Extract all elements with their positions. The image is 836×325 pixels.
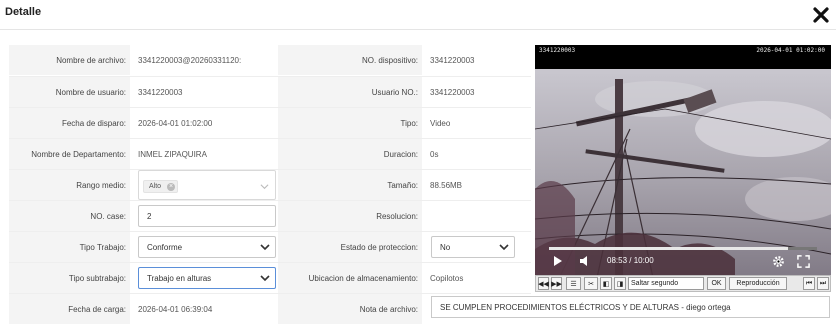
progress-fill: [549, 247, 788, 250]
fullscreen-icon[interactable]: [797, 255, 810, 268]
range-label: Rango medio:: [9, 170, 130, 200]
range-tag-label: Alto: [149, 183, 162, 190]
dialog-header: Detalle: [0, 0, 836, 30]
detail-row: Nombre de usuario: 3341220003 Usuario NO…: [9, 76, 531, 107]
subwork-type-select[interactable]: Trabajo en alturas: [138, 267, 276, 289]
player-toolbar: ◀◀ ▶▶ ☰ ✂ ◧ ◨ Saltar segundo OK Reproduc…: [535, 275, 831, 292]
detail-row: NO. case: 2 Resolucion:: [9, 200, 531, 231]
username-value: 3341220003: [130, 77, 278, 107]
work-type-select[interactable]: Conforme: [138, 236, 276, 258]
protection-value: No: [440, 242, 451, 252]
device-no-value: 3341220003: [422, 45, 531, 75]
duration-value: 0s: [422, 139, 531, 169]
seek-seconds-input[interactable]: Saltar segundo: [628, 277, 704, 290]
work-type-value: Conforme: [147, 242, 183, 252]
detail-row: Tipo Trabajo: Conforme Estado de protecc…: [9, 231, 531, 262]
case-no-cell: 2: [130, 201, 278, 231]
detail-container: Nombre de archivo: 3341220003@2026033112…: [9, 45, 835, 324]
skip-end-icon[interactable]: ⏭: [817, 277, 829, 290]
range-tag: Alto ×: [143, 180, 179, 193]
filename-label: Nombre de archivo:: [9, 45, 130, 75]
playback-button[interactable]: Reproducción: [729, 277, 787, 290]
storage-label: Ubicacion de almacenamiento:: [278, 263, 422, 293]
volume-icon[interactable]: [579, 255, 591, 267]
osd-timestamp: 2026-04-01 01:02:00: [756, 47, 825, 54]
work-type-cell: Conforme: [130, 232, 278, 262]
osd-device: 3341220003: [539, 47, 576, 54]
user-no-value: 3341220003: [422, 77, 531, 107]
department-value: INMEL ZIPAQUIRA: [130, 139, 278, 169]
subwork-type-value: Trabajo en alturas: [147, 273, 212, 283]
play-icon[interactable]: [553, 255, 563, 267]
size-value: 88.56MB: [422, 170, 531, 200]
type-value: Video: [422, 108, 531, 138]
chevron-down-icon: [499, 244, 509, 251]
video-player[interactable]: 3341220003 2026-04-01 01:02:00 08:53 / 1…: [535, 45, 831, 291]
resolution-value: [422, 201, 531, 231]
upload-date-value: 2026-04-01 06:39:04: [130, 294, 278, 324]
trigger-date-value: 2026-04-01 01:02:00: [130, 108, 278, 138]
chevron-down-icon: [260, 184, 269, 190]
detail-row: Fecha de disparo: 2026-04-01 01:02:00 Ti…: [9, 107, 531, 138]
range-cell: Alto ×: [130, 170, 278, 200]
size-label: Tamaño:: [278, 170, 422, 200]
remove-tag-icon[interactable]: ×: [167, 183, 176, 191]
settings-icon[interactable]: [772, 255, 785, 268]
dialog-title: Detalle: [5, 6, 42, 18]
case-no-label: NO. case:: [9, 201, 130, 231]
detail-row: Nombre de archivo: 3341220003@2026033112…: [9, 45, 531, 76]
range-multiselect[interactable]: Alto ×: [138, 170, 276, 200]
device-no-label: NO. dispositivo:: [278, 45, 422, 75]
chevron-down-icon: [260, 244, 270, 251]
username-label: Nombre de usuario:: [9, 77, 130, 107]
user-no-label: Usuario NO.:: [278, 77, 422, 107]
fast-forward-icon[interactable]: ▶▶: [551, 277, 562, 290]
trigger-date-label: Fecha de disparo:: [9, 108, 130, 138]
progress-bar[interactable]: [549, 247, 817, 250]
work-type-label: Tipo Trabajo:: [9, 232, 130, 262]
protection-cell: No: [422, 232, 531, 262]
subwork-type-cell: Trabajo en alturas: [130, 263, 278, 293]
resolution-label: Resolucion:: [278, 201, 422, 231]
detail-row: Rango medio: Alto × Tamaño: 88.56MB: [9, 169, 531, 200]
close-icon[interactable]: [811, 5, 831, 25]
protection-select[interactable]: No: [431, 236, 515, 258]
duration-label: Duracion:: [278, 139, 422, 169]
time-display: 08:53 / 10:00: [607, 256, 654, 265]
protection-label: Estado de proteccion:: [278, 232, 422, 262]
frame-forward-icon[interactable]: ◨: [614, 277, 626, 290]
case-no-input[interactable]: 2: [138, 205, 276, 227]
list-icon[interactable]: ☰: [566, 277, 581, 290]
subwork-type-label: Tipo subtrabajo:: [9, 263, 130, 293]
ok-button[interactable]: OK: [707, 277, 726, 290]
frame-back-icon[interactable]: ◧: [600, 277, 612, 290]
detail-row: Nombre de Departamento: INMEL ZIPAQUIRA …: [9, 138, 531, 169]
detail-row: Tipo subtrabajo: Trabajo en alturas Ubic…: [9, 262, 531, 293]
filename-value: 3341220003@20260331120:: [130, 45, 278, 75]
skip-start-icon[interactable]: ⏮: [803, 277, 815, 290]
upload-date-label: Fecha de carga:: [9, 294, 130, 324]
file-note-input[interactable]: SE CUMPLEN PROCEDIMIENTOS ELÉCTRICOS Y D…: [431, 296, 830, 318]
storage-value: Copilotos: [422, 263, 531, 293]
rewind-icon[interactable]: ◀◀: [538, 277, 549, 290]
type-label: Tipo:: [278, 108, 422, 138]
file-note-label: Nota de archivo:: [278, 294, 422, 324]
chevron-down-icon: [260, 275, 270, 282]
cut-icon[interactable]: ✂: [584, 277, 598, 290]
department-label: Nombre de Departamento:: [9, 139, 130, 169]
